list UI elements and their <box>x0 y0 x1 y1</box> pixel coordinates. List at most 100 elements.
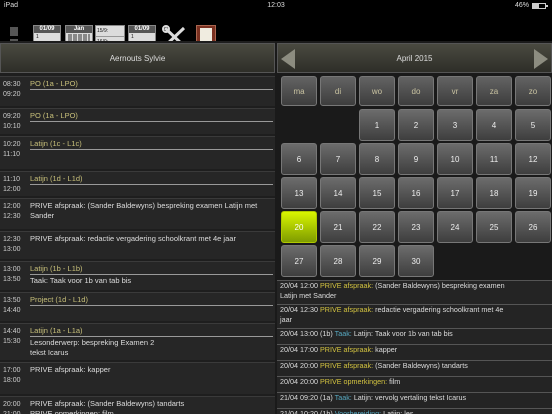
calendar-day[interactable]: 29 <box>359 245 395 277</box>
next-month-button[interactable] <box>534 49 548 69</box>
lesson-title[interactable]: Latijn (1c - L1c) <box>30 138 273 150</box>
weekday-header: di <box>320 76 356 106</box>
agenda-slot[interactable]: 08:30 09:20 PO (1a - LPO) <box>0 76 275 106</box>
calendar-day[interactable]: 26 <box>515 211 551 243</box>
event-item[interactable]: 21/04 09:20 (1a) Taak: Latijn: vervolg v… <box>277 392 552 408</box>
weekday-header: ma <box>281 76 317 106</box>
agenda-slot[interactable]: 14:40 15:30 Latijn (1a - L1a) Lesonderwerp:… <box>0 323 275 360</box>
slot-time: 17:00 18:00 <box>3 367 21 384</box>
day-view-row: 1 <box>36 34 39 40</box>
slot-note: Taak: Taak voor 1b van tab bis <box>30 276 132 285</box>
event-item[interactable]: 20/04 20:00 PRIVE opmerkingen: film <box>277 376 552 392</box>
event-text: Latijn: vervolg vertaling tekst Icarus <box>353 393 467 402</box>
event-text-continued: jaar <box>280 315 292 324</box>
event-tag: Taak: <box>334 393 352 402</box>
calendar-day[interactable]: 8 <box>359 143 395 175</box>
lesson-title[interactable]: Latijn (1d - L1d) <box>30 173 273 185</box>
lesson-title[interactable]: Latijn (1b - L1b) <box>30 263 273 275</box>
calendar-day[interactable]: 5 <box>515 109 551 141</box>
slot-note: PRIVE afspraak: redactie vergadering sch… <box>30 234 236 243</box>
calendar-day[interactable]: 9 <box>398 143 434 175</box>
calendar-day[interactable]: 14 <box>320 177 356 209</box>
calendar-day[interactable]: 2 <box>398 109 434 141</box>
agenda-slot[interactable]: 10:20 11:10 Latijn (1c - L1c) <box>0 136 275 169</box>
calendar-day[interactable]: 21 <box>320 211 356 243</box>
event-date: 21/04 10:20 (1b) <box>280 409 333 414</box>
calendar-day[interactable]: 6 <box>281 143 317 175</box>
event-tag: PRIVE afspraak: <box>319 361 374 370</box>
day-view-date: 01/09 <box>34 26 60 33</box>
weekday-header: za <box>476 76 512 106</box>
calendar-day[interactable]: 22 <box>359 211 395 243</box>
event-tag: PRIVE afspraak: <box>319 281 374 290</box>
event-item[interactable]: 20/04 12:30 PRIVE afspraak: redactie ver… <box>277 304 552 328</box>
calendar-day[interactable]: 4 <box>476 109 512 141</box>
event-text: redactie vergadering schoolkrant met 4e <box>375 305 504 314</box>
agenda-slot[interactable]: 12:00 12:30 PRIVE afspraak: (Sander Baldew… <box>0 198 275 229</box>
event-item[interactable]: 21/04 10:20 (1b) Voorbereiding: Latijn: … <box>277 408 552 414</box>
lesson-title[interactable]: Latijn (1a - L1a) <box>30 325 273 337</box>
calendar-day[interactable]: 28 <box>320 245 356 277</box>
agenda-slot[interactable]: 12:30 13:00 PRIVE afspraak: redactie verga… <box>0 231 275 259</box>
event-tag: PRIVE opmerkingen: <box>319 377 388 386</box>
event-item[interactable]: 20/04 20:00 PRIVE afspraak: (Sander Bald… <box>277 360 552 376</box>
calendar-day[interactable]: 25 <box>476 211 512 243</box>
event-item[interactable]: 20/04 13:00 (1b) Taak: Latijn: Taak voor… <box>277 328 552 344</box>
slot-time: 08:30 09:20 <box>3 81 21 98</box>
calendar-day[interactable]: 18 <box>476 177 512 209</box>
event-date: 20/04 20:00 <box>280 361 318 370</box>
event-tag: Taak: <box>334 329 352 338</box>
event-date: 20/04 12:30 <box>280 305 318 314</box>
calendar-day[interactable]: 12 <box>515 143 551 175</box>
event-date: 21/04 09:20 (1a) <box>280 393 333 402</box>
slot-time: 14:40 15:30 <box>3 328 21 345</box>
calendar-day[interactable]: 27 <box>281 245 317 277</box>
calendar-day[interactable]: 1 <box>359 109 395 141</box>
event-text: kapper <box>375 345 398 354</box>
agenda-slot[interactable]: 13:00 13:50 Latijn (1b - L1b) Taak: Taak vo… <box>0 261 275 290</box>
lesson-title[interactable]: PO (1a - LPO) <box>30 78 273 90</box>
weekday-header: vr <box>437 76 473 106</box>
calendar-day[interactable]: 17 <box>437 177 473 209</box>
calendar-day[interactable]: 16 <box>398 177 434 209</box>
calendar-day[interactable]: 19 <box>515 177 551 209</box>
clock: 12:03 <box>267 2 285 9</box>
slot-time: 12:00 12:30 <box>3 203 21 220</box>
status-bar: iPad 12:03 46% <box>0 0 552 12</box>
slot-note: PRIVE afspraak: (Sander Baldewyns) tanda… <box>30 399 185 414</box>
app-root: iPad 12:03 46% 01/09 1 2 Jan 15/9: 16/9:… <box>0 0 552 414</box>
calendar-day[interactable]: 10 <box>437 143 473 175</box>
month-header: April 2015 <box>277 43 552 73</box>
event-tag: Voorbereiding: <box>334 409 382 414</box>
agenda-slot[interactable]: 13:50 14:40 Project (1d - L1d) <box>0 292 275 321</box>
lesson-title[interactable]: Project (1d - L1d) <box>30 294 273 306</box>
event-date: 20/04 17:00 <box>280 345 318 354</box>
calendar-day[interactable]: 30 <box>398 245 434 277</box>
agenda-slot[interactable]: 09:20 10:10 PO (1a - LPO) <box>0 108 275 134</box>
calendar-day[interactable]: 3 <box>437 109 473 141</box>
agenda-slot[interactable]: 11:10 12:00 Latijn (1d - L1d) <box>0 171 275 196</box>
day-agenda: Aernouts Sylvie 08:30 09:20 PO (1a - LPO) 0… <box>0 41 275 414</box>
slot-time: 13:50 14:40 <box>3 297 21 314</box>
calendar-day[interactable]: 11 <box>476 143 512 175</box>
event-text: Latijn: Taak voor 1b van tab bis <box>353 329 453 338</box>
event-text: Latijn: les <box>383 409 414 414</box>
toolbar: 01/09 1 2 Jan 15/9: 16/9: 01/09 1 2 <box>0 12 552 49</box>
event-date: 20/04 12:00 <box>280 281 318 290</box>
agenda-slot[interactable]: 17:00 18:00 PRIVE afspraak: kapper <box>0 362 275 394</box>
calendar-day[interactable]: 15 <box>359 177 395 209</box>
agenda-slot[interactable]: 20:0021:00 PRIVE afspraak: (Sander Baldew… <box>0 396 275 414</box>
calendar-day-today[interactable]: 20 <box>281 211 317 243</box>
event-item[interactable]: 20/04 17:00 PRIVE afspraak: kapper <box>277 344 552 360</box>
calendar-day[interactable]: 23 <box>398 211 434 243</box>
lesson-title[interactable]: PO (1a - LPO) <box>30 110 273 122</box>
event-tag: PRIVE afspraak: <box>319 345 374 354</box>
calendar-day[interactable]: 13 <box>281 177 317 209</box>
battery-percent: 46% <box>514 2 529 9</box>
weekday-header: zo <box>515 76 551 106</box>
calendar-day[interactable]: 24 <box>437 211 473 243</box>
week-view-row: 15/9: <box>96 26 124 37</box>
calendar-day[interactable]: 7 <box>320 143 356 175</box>
event-text: (Sander Baldewyns) bespreking examen <box>375 281 505 290</box>
event-item[interactable]: 20/04 12:00 PRIVE afspraak: (Sander Bald… <box>277 280 552 304</box>
